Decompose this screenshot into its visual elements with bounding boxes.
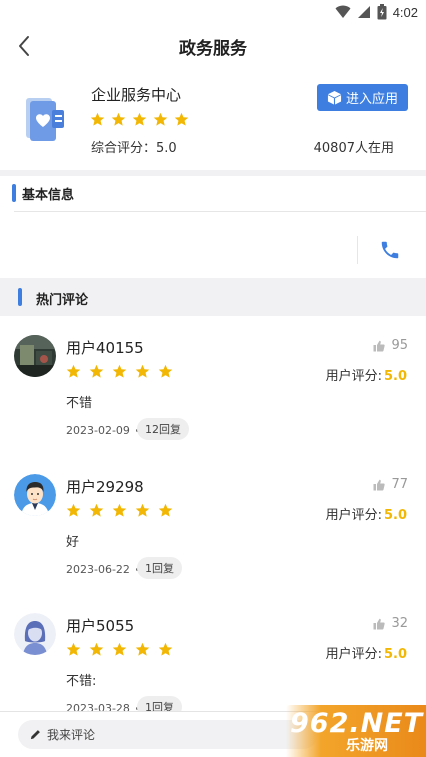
- star-icon: [135, 503, 150, 517]
- like-button[interactable]: 95: [373, 338, 408, 353]
- enter-app-button[interactable]: 进入应用: [317, 84, 408, 111]
- top-nav-bar: 政务服务: [0, 24, 426, 68]
- hot-comments-title: 热门评论: [36, 293, 89, 308]
- users-count: 40807人在用: [313, 141, 394, 156]
- battery-icon: [377, 4, 387, 20]
- reply-count-chip[interactable]: 1回复: [137, 557, 182, 579]
- comment-date: 2023-06-22: [66, 563, 130, 576]
- comment-text: 不错: [66, 396, 93, 411]
- comment-date: 2023-03-28: [66, 702, 130, 711]
- basic-info-title: 基本信息: [22, 188, 75, 203]
- section-accent-bar: [12, 184, 16, 202]
- divider: [357, 236, 358, 264]
- cube-icon: [327, 90, 342, 105]
- user-rating-label: 用户评分:: [325, 647, 382, 662]
- comment-list: 用户40155 95 用户评分: 5.0 不错 2023-02-09 12回复 用…: [0, 316, 426, 711]
- status-bar: 4:02: [0, 0, 426, 24]
- like-button[interactable]: 32: [373, 616, 408, 631]
- user-rating: 用户评分: 5.0: [326, 365, 407, 384]
- user-rating-value: 5.0: [383, 508, 407, 523]
- comment-username: 用户29298: [66, 478, 144, 496]
- thumbs-up-icon: [373, 340, 386, 351]
- comment-date-row: 2023-02-09: [66, 424, 139, 437]
- app-overall-score: 综合评分：5.0: [91, 141, 177, 156]
- enter-app-label: 进入应用: [345, 92, 398, 107]
- app-rating-stars: [90, 112, 189, 127]
- star-icon: [112, 364, 127, 378]
- app-name: 企业服务中心: [91, 86, 182, 104]
- user-rating-value: 5.0: [383, 647, 407, 662]
- star-icon: [89, 364, 104, 378]
- star-icon: [158, 503, 173, 517]
- comment-text: 不错:: [66, 674, 97, 689]
- comment-date-row: 2023-06-22: [66, 563, 139, 576]
- divider: [14, 211, 426, 212]
- comment-date-row: 2023-03-28: [66, 702, 139, 711]
- like-count: 32: [391, 616, 408, 631]
- phone-icon: [381, 241, 399, 259]
- page-title: 政务服务: [179, 39, 247, 59]
- user-rating-label: 用户评分:: [325, 508, 382, 523]
- comment-item: 用户29298 77 用户评分: 5.0 好 2023-06-22 1回复: [0, 455, 426, 594]
- comment-rating-stars: [66, 364, 173, 379]
- hot-comments-header: 热门评论: [0, 278, 426, 316]
- like-count: 95: [391, 338, 408, 353]
- star-icon: [135, 642, 150, 656]
- star-icon: [66, 503, 81, 517]
- user-rating: 用户评分: 5.0: [326, 504, 407, 523]
- reply-count-chip[interactable]: 12回复: [137, 418, 189, 440]
- comment-item: 用户5055 32 用户评分: 5.0 不错: 2023-03-28 1回复: [0, 594, 426, 711]
- star-icon: [89, 642, 104, 656]
- user-avatar-photo[interactable]: [14, 335, 56, 377]
- thumbs-up-icon: [373, 618, 386, 629]
- star-icon: [66, 364, 81, 378]
- star-icon: [89, 503, 104, 517]
- star-icon: [158, 642, 173, 656]
- user-rating: 用户评分: 5.0: [326, 643, 407, 662]
- thumbs-up-icon: [373, 479, 386, 490]
- comment-rating-stars: [66, 642, 173, 657]
- star-icon: [158, 364, 173, 378]
- star-icon: [174, 112, 189, 126]
- site-watermark-logo: 962.NET 乐游网: [286, 705, 426, 757]
- star-icon: [135, 364, 150, 378]
- write-comment-placeholder: 我来评论: [47, 728, 96, 742]
- wifi-icon: [335, 5, 351, 18]
- status-icons: 4:02: [335, 3, 418, 21]
- star-icon: [132, 112, 147, 126]
- app-logo-icon: [26, 98, 64, 141]
- star-icon: [66, 642, 81, 656]
- signal-icon: [357, 6, 370, 18]
- comment-username: 用户5055: [66, 617, 135, 635]
- status-time: 4:02: [392, 4, 418, 20]
- phone-button[interactable]: [374, 236, 406, 264]
- basic-info-section: 基本信息: [0, 176, 426, 278]
- star-icon: [153, 112, 168, 126]
- pencil-icon: [30, 730, 40, 740]
- user-avatar-female[interactable]: [14, 613, 56, 655]
- comment-text: 好: [66, 535, 80, 550]
- app-summary-card: 企业服务中心 综合评分：5.0 进入应用 40807人在用: [0, 68, 426, 170]
- reply-count-chip[interactable]: 1回复: [137, 696, 182, 711]
- user-rating-value: 5.0: [383, 369, 407, 384]
- user-avatar-male[interactable]: [14, 474, 56, 516]
- like-button[interactable]: 77: [373, 477, 408, 492]
- watermark-sub-text: 乐游网: [346, 738, 388, 754]
- star-icon: [112, 642, 127, 656]
- star-icon: [111, 112, 126, 126]
- comment-date: 2023-02-09: [66, 424, 130, 437]
- comment-username: 用户40155: [66, 339, 144, 357]
- comment-item: 用户40155 95 用户评分: 5.0 不错 2023-02-09 12回复: [0, 316, 426, 455]
- star-icon: [112, 503, 127, 517]
- star-icon: [90, 112, 105, 126]
- write-comment-input[interactable]: 我来评论: [18, 720, 318, 749]
- user-rating-label: 用户评分:: [325, 369, 382, 384]
- like-count: 77: [391, 477, 408, 492]
- comment-rating-stars: [66, 503, 173, 518]
- section-accent-bar: [18, 288, 22, 306]
